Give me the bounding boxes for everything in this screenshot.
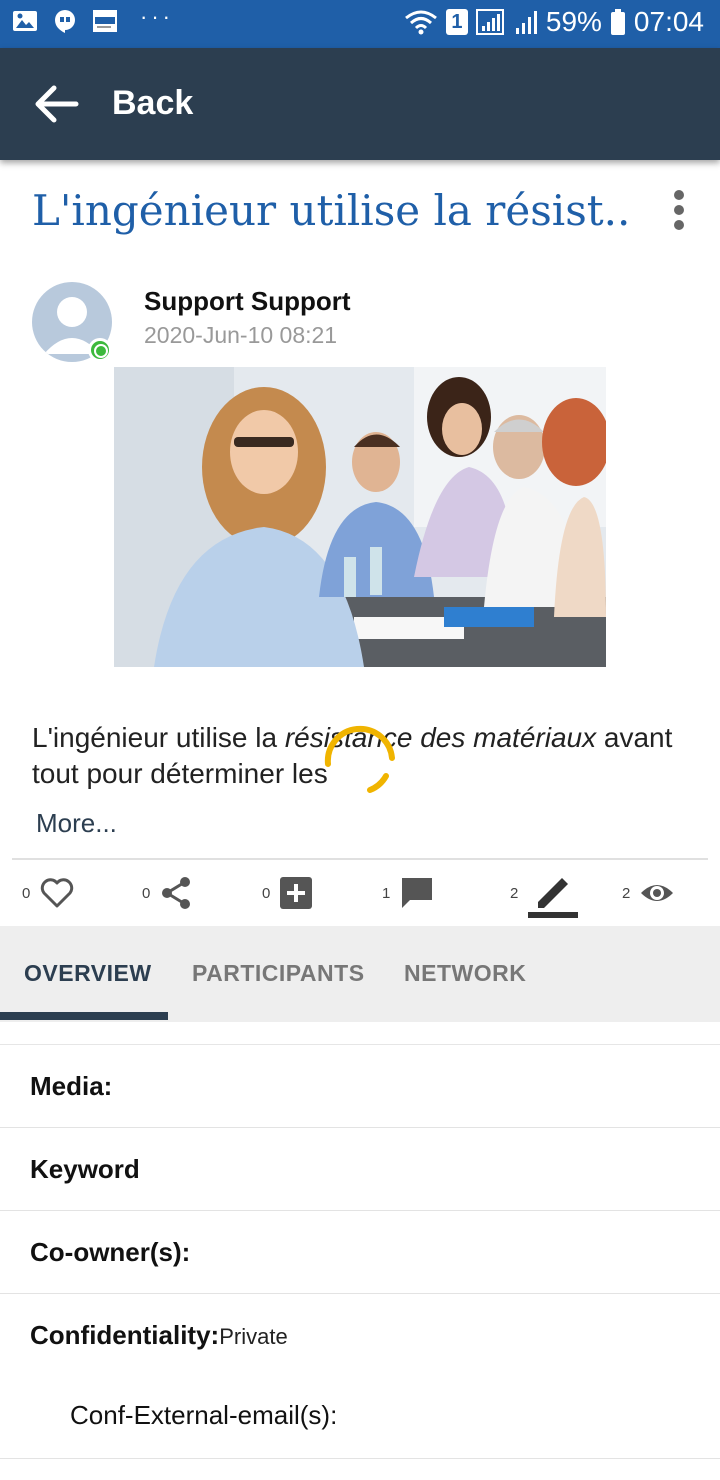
loading-spinner-icon (324, 725, 395, 793)
divider (12, 858, 708, 860)
views-count: 2 (622, 884, 631, 902)
status-bar: ··· 1 59% 07:04 (0, 0, 720, 48)
battery-percent: 59% (545, 6, 602, 37)
app-notification-icon (93, 10, 117, 32)
conf-external-emails-label: Conf-External-email(s): (70, 1400, 338, 1430)
coowners-row: Co-owner(s): (0, 1211, 720, 1294)
signal-icon-2 (515, 11, 537, 34)
more-options-icon[interactable] (668, 190, 690, 234)
signal-icon (475, 9, 504, 35)
back-button[interactable]: Back (112, 84, 193, 123)
keyword-label: Keyword (30, 1154, 140, 1184)
tab-overview[interactable]: OVERVIEW (24, 960, 152, 987)
hangouts-icon (55, 10, 75, 33)
confidentiality-label: Confidentiality:Private (30, 1320, 288, 1351)
post-body-text-1: L'ingénieur utilise la (32, 722, 285, 753)
share-icon[interactable] (160, 876, 192, 910)
online-status-icon (88, 338, 112, 362)
wifi-icon (404, 10, 437, 35)
confidentiality-row: Confidentiality:Private (0, 1294, 720, 1377)
tab-participants[interactable]: PARTICIPANTS (192, 960, 365, 987)
action-bar: 0 0 0 1 2 2 (0, 862, 720, 924)
keyword-row: Keyword (0, 1128, 720, 1211)
coowners-label: Co-owner(s): (30, 1237, 191, 1267)
comment-action[interactable]: 1 (382, 870, 434, 916)
media-label: Media: (30, 1071, 113, 1101)
share-action[interactable]: 0 (142, 870, 192, 916)
edit-pencil-icon[interactable] (528, 868, 579, 918)
edit-action[interactable]: 2 (510, 868, 579, 918)
back-arrow-icon[interactable] (32, 82, 80, 126)
post-date: 2020-Jun-10 08:21 (144, 322, 338, 348)
edit-count: 2 (510, 884, 519, 902)
divider (0, 1458, 720, 1459)
share-count: 0 (142, 884, 151, 902)
post-image[interactable] (114, 367, 606, 667)
views-action[interactable]: 2 (622, 870, 674, 916)
eye-icon[interactable] (640, 881, 674, 905)
more-link[interactable]: More... (36, 808, 117, 839)
tab-network[interactable]: NETWORK (404, 960, 526, 987)
like-action[interactable]: 0 (22, 870, 74, 916)
gallery-icon (13, 11, 37, 31)
author-name[interactable]: Support Support (144, 286, 351, 317)
overflow-notifications-icon: ··· (140, 4, 174, 29)
active-tab-indicator (0, 1012, 168, 1020)
confidentiality-label-text: Confidentiality: (30, 1320, 220, 1350)
battery-icon (610, 9, 625, 35)
clock: 07:04 (633, 6, 704, 37)
post-title: L'ingénieur utilise la résist... (32, 186, 632, 235)
media-row: Media: (0, 1045, 720, 1128)
comment-icon[interactable] (400, 876, 434, 910)
comment-count: 1 (382, 884, 391, 902)
heart-icon[interactable] (40, 878, 74, 908)
confidentiality-value: Private (219, 1324, 288, 1349)
app-bar: Back (0, 48, 720, 160)
sim-badge: 1 (445, 9, 468, 35)
like-count: 0 (22, 884, 31, 902)
add-count: 0 (262, 884, 271, 902)
add-action[interactable]: 0 (262, 870, 313, 916)
tab-bar: OVERVIEW PARTICIPANTS NETWORK (0, 926, 720, 1022)
add-box-icon[interactable] (280, 877, 313, 909)
